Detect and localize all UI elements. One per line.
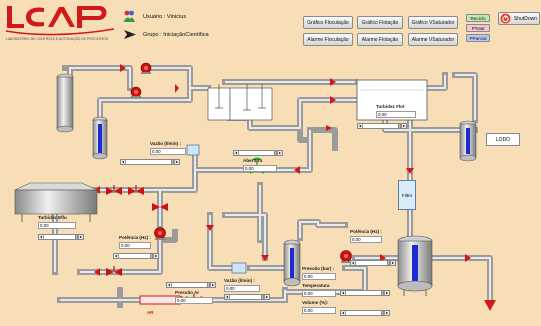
volume-label: Volume (%):	[302, 300, 329, 305]
potencia-label-1: Potência (Hz) :	[119, 235, 151, 240]
slider-track[interactable]	[230, 295, 261, 299]
lodo-box: LODO	[486, 133, 520, 146]
potencia-slider-2[interactable]: ◂ ▸	[350, 260, 396, 266]
potencia-label-2: Potência (Hz) :	[350, 229, 382, 234]
saturator-vessel	[283, 239, 301, 287]
volume-value: 0.00	[302, 307, 336, 314]
pump-icon	[154, 227, 166, 240]
slider-right-arrow[interactable]: ▸	[78, 235, 83, 239]
potencia-value-1: 0.00	[119, 242, 151, 249]
abertura-value: 0.00	[243, 165, 277, 172]
slider-right-arrow[interactable]: ▸	[210, 283, 215, 287]
vazao-slider-2[interactable]: ◂ ▸	[224, 294, 270, 300]
flowmeter-1	[186, 144, 200, 156]
slider-right-arrow[interactable]: ▸	[174, 160, 179, 164]
lodo-tank	[459, 120, 477, 162]
slider-right-arrow[interactable]: ▸	[401, 124, 406, 128]
output-arrow-icon	[484, 300, 496, 311]
pressao-bar-label: Pressão (bar) :	[302, 266, 335, 271]
abertura-label: Abertura	[243, 158, 263, 163]
turbidez-flot-value: 0.00	[376, 111, 416, 118]
slider-track[interactable]	[363, 124, 398, 128]
pressao-bar-value: 0.00	[302, 273, 336, 280]
slider-track[interactable]	[44, 235, 75, 239]
storage-tank	[397, 235, 433, 296]
temperatura-value: 0.00	[302, 290, 336, 297]
vazao-value: 0.00	[150, 148, 186, 155]
slider-track[interactable]	[346, 311, 381, 315]
potencia-value-2: 0.00	[350, 236, 382, 243]
vazao-slider[interactable]: ◂ ▸	[120, 159, 180, 165]
pump-icon	[130, 86, 142, 98]
slider-track[interactable]	[172, 283, 207, 287]
turbidez-flot-label: Turbidez Flot	[376, 104, 405, 109]
slider-track[interactable]	[346, 291, 381, 295]
turbidez-eflu-value: 0.00	[38, 222, 76, 229]
pressao-ar-slider[interactable]: ◂ ▸	[166, 282, 216, 288]
slider-right-arrow[interactable]: ▸	[390, 261, 395, 265]
filtro-box: Filtro	[398, 180, 416, 210]
valve-icon	[106, 185, 122, 195]
slider-track[interactable]	[119, 254, 150, 258]
slider-right-arrow[interactable]: ▸	[384, 311, 389, 315]
pressao-ar-label: Pressão Ar	[175, 290, 200, 295]
pump-icon	[140, 62, 152, 74]
flotacao-slider[interactable]: ◂ ▸	[357, 123, 407, 129]
slider-right-arrow[interactable]: ▸	[153, 254, 158, 258]
efluente-slider[interactable]: ◂ ▸	[38, 234, 84, 240]
tank-top-left	[56, 73, 74, 133]
slider-right-arrow[interactable]: ▸	[277, 151, 282, 155]
volume-slider[interactable]: ◂ ▸	[340, 310, 390, 316]
valve-icon	[128, 185, 144, 195]
vazao-value-2: 0.00	[224, 285, 260, 292]
temperatura-label: Temperatura	[302, 283, 330, 288]
slider-right-arrow[interactable]: ▸	[384, 291, 389, 295]
vazao-label: Vazão (l/min) :	[150, 141, 181, 146]
flocculation-tank	[207, 84, 273, 121]
slider-right-arrow[interactable]: ▸	[264, 295, 269, 299]
vazao-label-2: Vazão (l/min) :	[224, 278, 255, 283]
tank-top-left-2	[92, 116, 108, 160]
ar-label: AR	[147, 310, 154, 315]
slider-track[interactable]	[239, 151, 274, 155]
scada-window: LABORATÓRIO DE CONTROLE E AUTOMAÇÃO DE P…	[0, 0, 541, 326]
abertura-slider[interactable]: ◂ ▸	[233, 150, 283, 156]
process-schematic	[14, 62, 496, 311]
temperatura-slider[interactable]: ◂ ▸	[340, 290, 390, 296]
slider-track[interactable]	[126, 160, 171, 164]
slider-track[interactable]	[356, 261, 387, 265]
turbidez-eflu-label: Turbidez Eflu	[38, 215, 67, 220]
flowmeter-2	[231, 262, 247, 274]
potencia-slider-1[interactable]: ◂ ▸	[113, 253, 159, 259]
pressao-ar-value: 0.00	[175, 297, 213, 304]
